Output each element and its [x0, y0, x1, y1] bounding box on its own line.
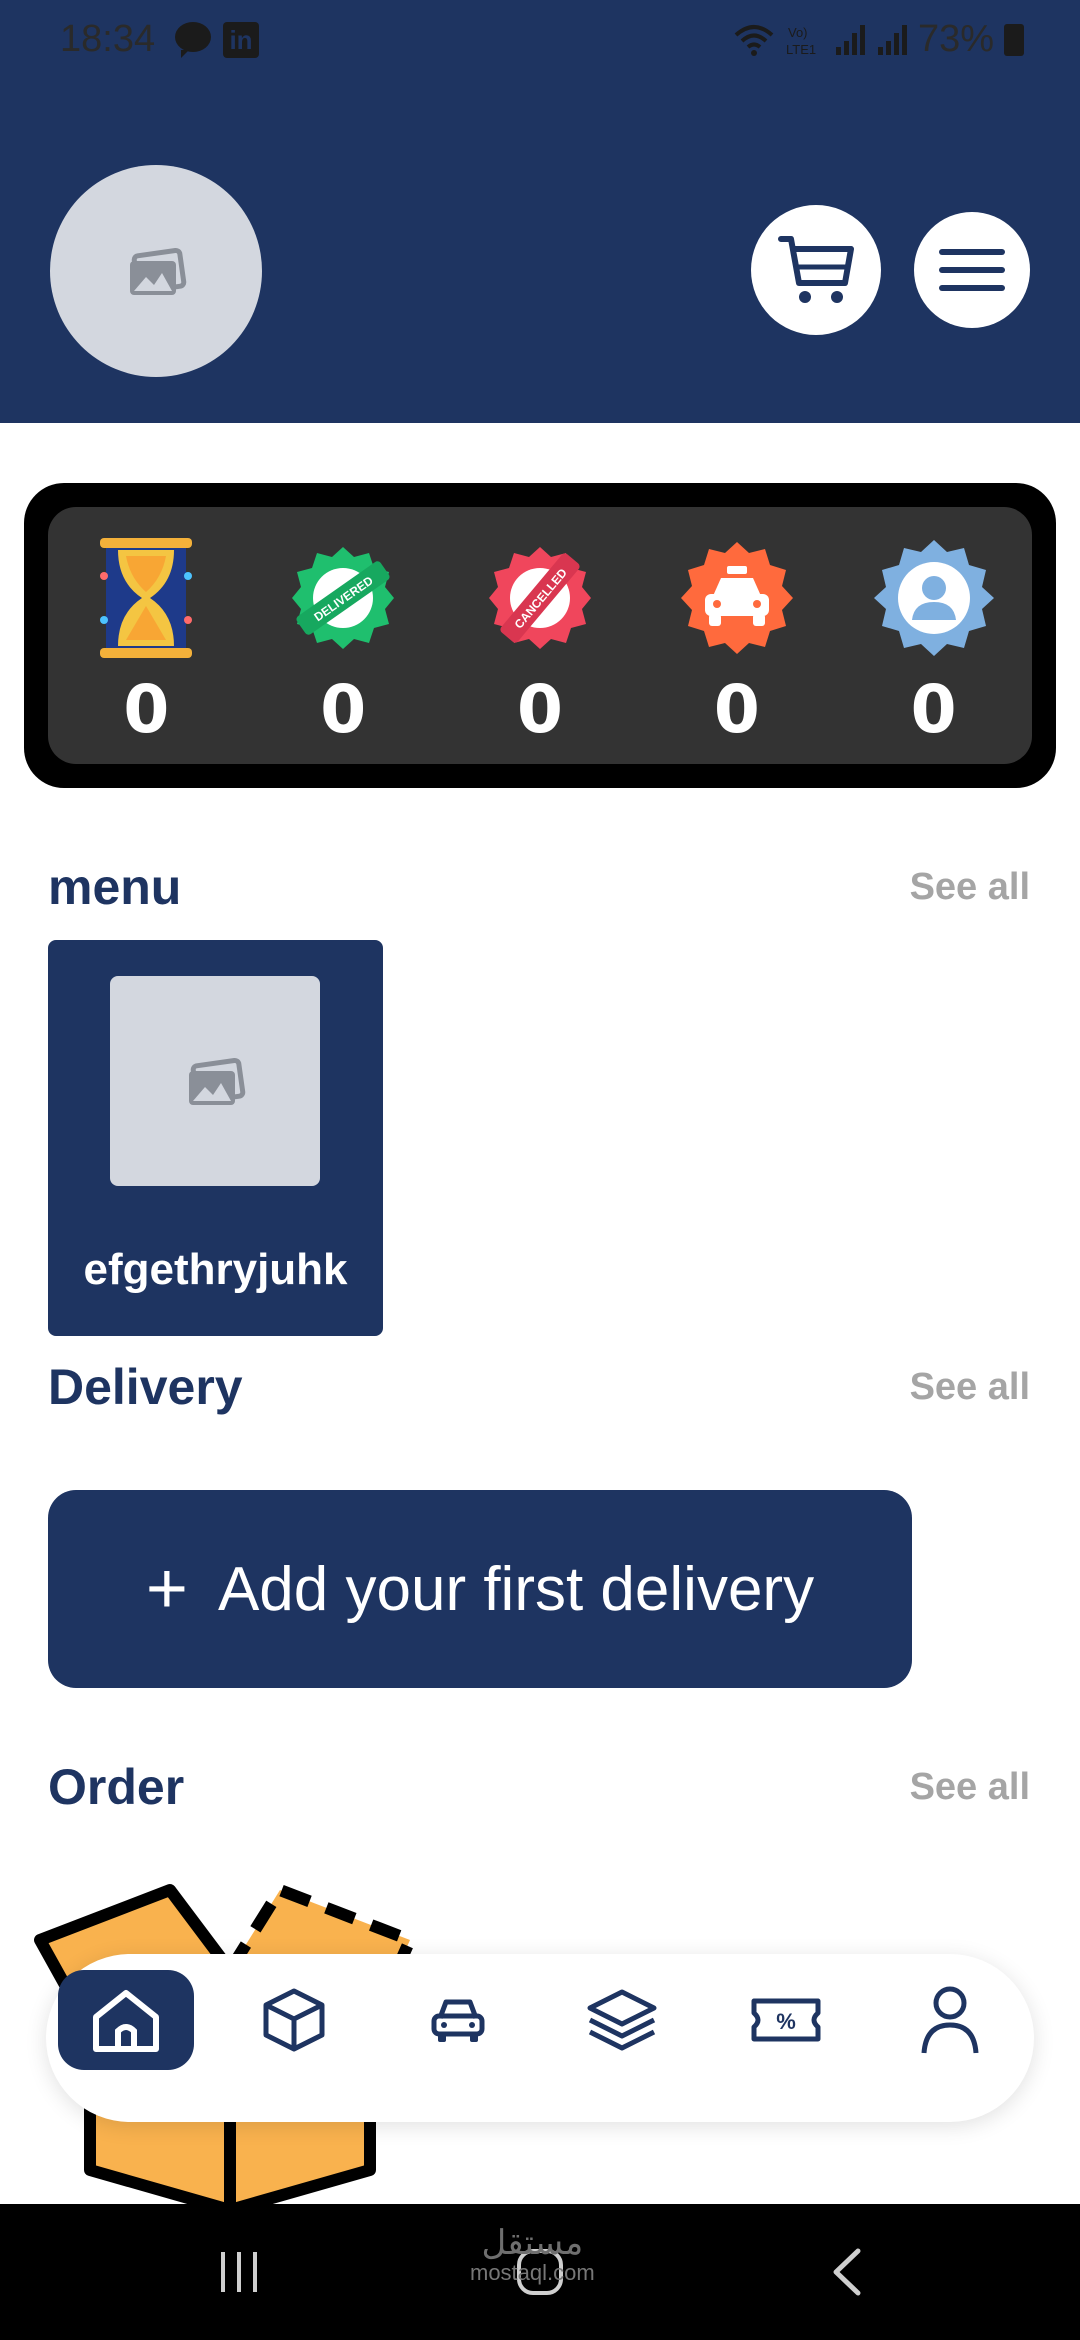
stat-value: 0 — [517, 671, 563, 748]
back-icon — [833, 2248, 861, 2296]
stats-card: 0 DELIVERED 0 CANCELLED 0 0 0 — [24, 483, 1056, 788]
image-placeholder-icon — [130, 247, 187, 295]
coupon-icon: % — [751, 1998, 821, 2042]
system-navigation-bar: مستقل mostaql.com — [0, 2204, 1080, 2340]
nav-home[interactable] — [58, 1970, 194, 2070]
layers-icon — [587, 1989, 657, 2051]
status-right: Vo) LTE1 73% — [734, 18, 1024, 61]
battery-icon — [1004, 23, 1024, 56]
nav-deliveries[interactable] — [390, 1970, 526, 2070]
watermark-latin: mostaql.com — [470, 2260, 595, 2285]
order-section-title: Order — [48, 1759, 185, 1815]
box-icon — [263, 1988, 325, 2052]
status-notification-icons: in — [175, 22, 259, 58]
status-time: 18:34 — [60, 18, 156, 60]
stat-cancelled[interactable]: CANCELLED 0 — [455, 533, 625, 748]
stat-in-transit[interactable]: 0 — [652, 533, 822, 748]
stats-panel: 0 DELIVERED 0 CANCELLED 0 0 0 — [48, 507, 1032, 764]
nav-products[interactable] — [226, 1970, 362, 2070]
wifi-icon — [734, 24, 774, 56]
cancelled-badge-icon: CANCELLED — [475, 533, 605, 663]
back-button[interactable] — [822, 2240, 872, 2304]
watermark: مستقل mostaql.com — [470, 2226, 595, 2286]
bottom-navigation: % — [46, 1954, 1034, 2122]
signal-icon-1 — [835, 24, 865, 55]
stat-value: 0 — [910, 671, 957, 748]
menu-section-title: menu — [48, 859, 182, 915]
nav-profile[interactable] — [882, 1970, 1018, 2070]
stat-pending[interactable]: 0 — [61, 533, 231, 748]
taxi-badge-icon — [672, 533, 802, 663]
menu-item-image — [110, 976, 320, 1186]
stat-delivered[interactable]: DELIVERED 0 — [258, 533, 428, 748]
menu-item-card[interactable]: efgethryjuhk — [48, 940, 383, 1336]
profile-avatar[interactable] — [50, 165, 262, 377]
nav-categories[interactable] — [554, 1970, 690, 2070]
menu-item-label: efgethryjuhk — [83, 1245, 348, 1294]
profile-icon — [921, 1986, 979, 2054]
nav-coupons[interactable]: % — [718, 1970, 854, 2070]
svg-text:Vo): Vo) — [788, 25, 808, 40]
status-bar: 18:34 in Vo) LTE1 73% — [0, 0, 1080, 80]
svg-text:LTE1: LTE1 — [786, 42, 816, 57]
image-placeholder-icon — [189, 1057, 246, 1105]
stat-value: 0 — [123, 671, 170, 748]
stat-value: 0 — [713, 671, 760, 748]
cart-button[interactable] — [751, 205, 881, 335]
hourglass-icon — [81, 533, 211, 663]
plus-icon: + — [145, 1549, 188, 1629]
watermark-arabic: مستقل — [481, 2224, 584, 2262]
car-icon — [431, 1999, 485, 2042]
delivery-section-title: Delivery — [48, 1359, 243, 1415]
linkedin-notification-icon: in — [223, 22, 259, 58]
signal-icon-2 — [877, 24, 907, 55]
menu-button[interactable] — [914, 212, 1030, 328]
recents-icon — [221, 2252, 257, 2292]
user-badge-icon — [869, 533, 999, 663]
chat-notification-icon — [175, 22, 211, 58]
app-header: 18:34 in Vo) LTE1 73% — [0, 0, 1080, 423]
delivery-see-all-link[interactable]: See all — [910, 1366, 1030, 1409]
stat-value: 0 — [320, 671, 367, 748]
battery-percent: 73% — [917, 18, 994, 60]
add-delivery-button[interactable]: + Add your first delivery — [48, 1490, 912, 1688]
volte-icon: Vo) LTE1 — [786, 25, 816, 57]
cart-icon — [778, 236, 854, 303]
hamburger-menu-icon — [939, 249, 1005, 291]
order-see-all-link[interactable]: See all — [910, 1766, 1030, 1809]
svg-text:%: % — [776, 2009, 796, 2034]
menu-see-all-link[interactable]: See all — [910, 866, 1030, 909]
delivered-badge-icon: DELIVERED — [278, 533, 408, 663]
add-delivery-label: Add your first delivery — [217, 1554, 815, 1624]
recents-button[interactable] — [212, 2240, 268, 2304]
stat-customers[interactable]: 0 — [849, 533, 1019, 748]
home-icon — [93, 1990, 159, 2052]
